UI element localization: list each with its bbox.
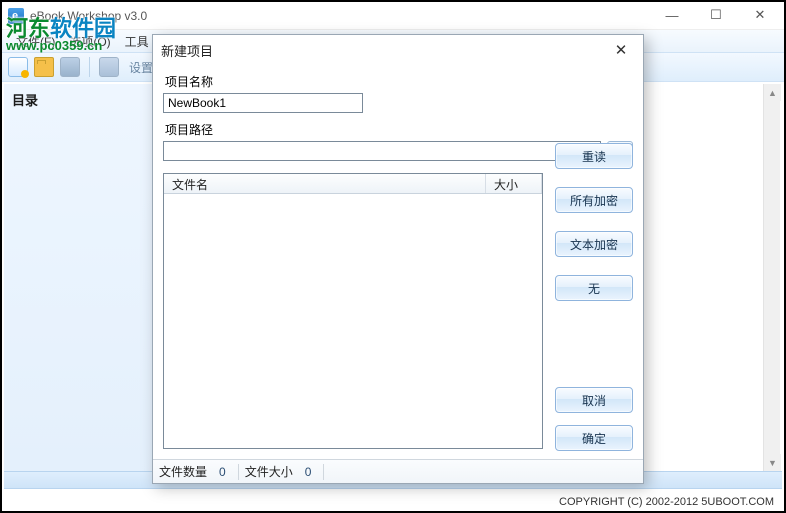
main-titlebar: eBook Workshop v3.0 ― ☐ ✕ [2,2,784,30]
minimize-button[interactable]: ― [650,2,694,28]
ok-button[interactable]: 确定 [555,425,633,451]
col-filename[interactable]: 文件名 [164,174,486,193]
sidebar: 目录 [4,84,154,471]
file-list-header: 文件名 大小 [164,174,542,194]
new-icon[interactable] [8,57,28,77]
filecount-label: 文件数量 [159,463,207,480]
close-button[interactable]: ✕ [738,2,782,28]
dialog-close-button[interactable]: ✕ [607,39,635,61]
file-list[interactable]: 文件名 大小 [163,173,543,449]
menu-options[interactable]: 选项(O) [63,31,116,52]
app-title: eBook Workshop v3.0 [30,9,147,23]
menu-file[interactable]: 文件(F) [10,31,61,52]
maximize-button[interactable]: ☐ [694,2,738,28]
new-project-dialog: 新建项目 ✕ 项目名称 项目路径 ... 重读 所有加密 文本加密 无 取消 确… [152,34,644,484]
print-icon[interactable] [99,57,119,77]
menu-tools[interactable]: 工具 [119,31,155,52]
app-icon [8,8,24,24]
filecount-value: 0 [213,465,232,479]
col-size[interactable]: 大小 [486,174,542,193]
dialog-titlebar[interactable]: 新建项目 ✕ [153,35,643,65]
scroll-down-icon[interactable]: ▼ [764,454,781,471]
project-path-input[interactable] [163,141,601,161]
project-name-input[interactable] [163,93,363,113]
open-icon[interactable] [34,57,54,77]
reread-button[interactable]: 重读 [555,143,633,169]
filesize-value: 0 [299,465,318,479]
sidebar-heading: 目录 [12,93,38,108]
project-name-label: 项目名称 [165,73,633,90]
project-path-label: 项目路径 [165,121,633,138]
none-button[interactable]: 无 [555,275,633,301]
dialog-title: 新建项目 [161,41,213,60]
save-icon[interactable] [60,57,80,77]
toolbar-separator [89,57,90,77]
dialog-statusbar: 文件数量 0 文件大小 0 [153,459,643,483]
encrypt-all-button[interactable]: 所有加密 [555,187,633,213]
filesize-label: 文件大小 [245,463,293,480]
copyright: COPYRIGHT (C) 2002-2012 5UBOOT.COM [559,496,774,508]
scrollbar[interactable]: ▲ ▼ [763,84,780,471]
scroll-up-icon[interactable]: ▲ [764,84,781,101]
encrypt-text-button[interactable]: 文本加密 [555,231,633,257]
cancel-button[interactable]: 取消 [555,387,633,413]
